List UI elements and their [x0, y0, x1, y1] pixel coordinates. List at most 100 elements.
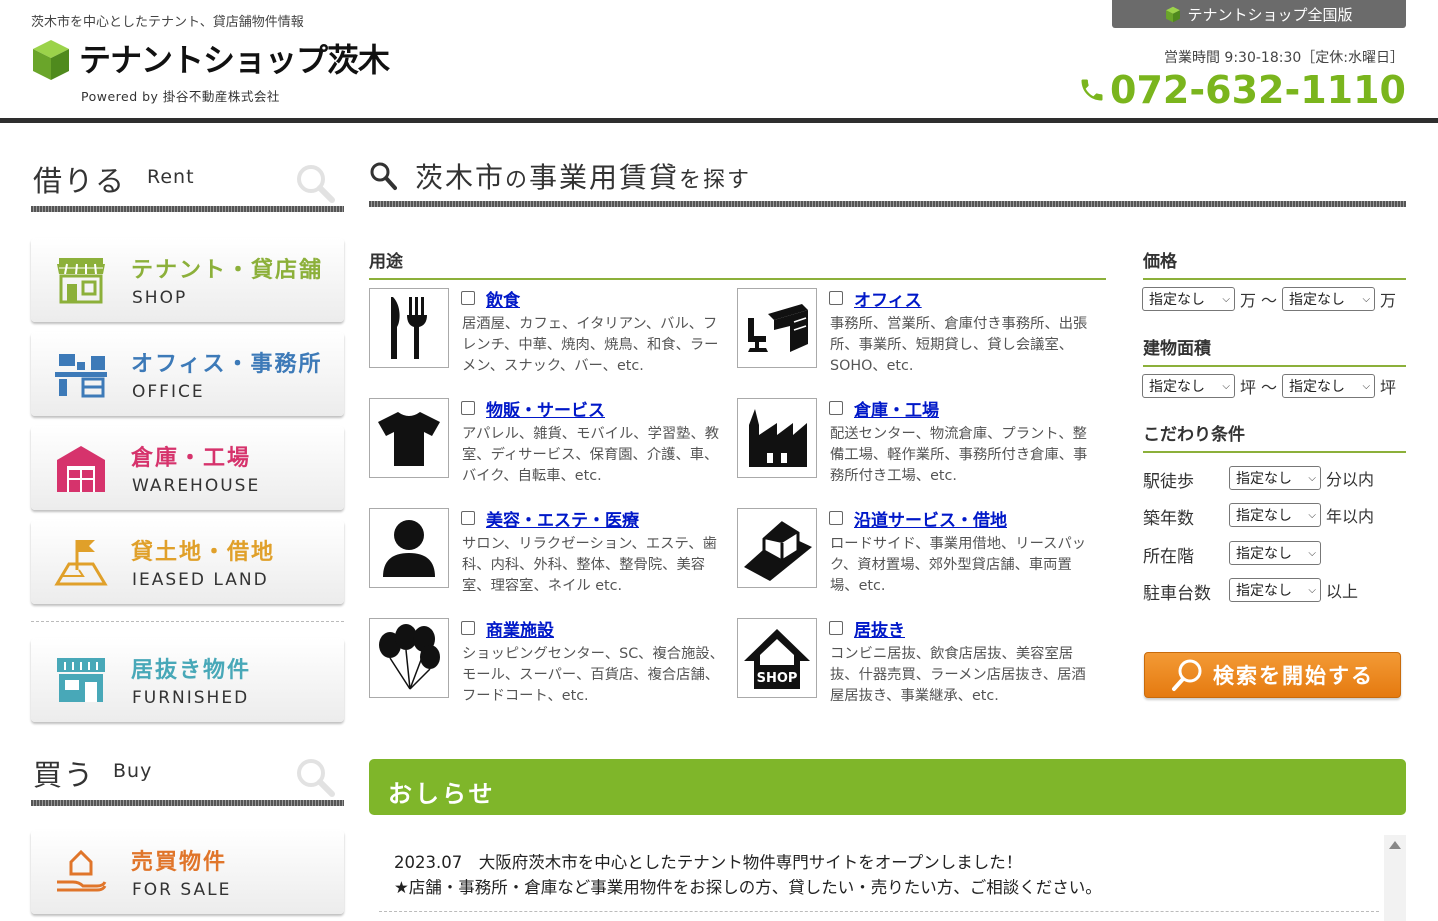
unit-label: 以上	[1326, 582, 1359, 601]
tshirt-icon	[378, 412, 440, 466]
sidebar-item-label: 貸土地・借地	[131, 540, 276, 565]
usage-checkbox[interactable]	[461, 511, 475, 525]
chevron-down-icon: ⌵	[1308, 472, 1316, 484]
usage-image	[737, 508, 817, 588]
usage-description: サロン、リラクゼーション、エステ、歯科、内科、外科、整体、整骨院、美容室、理容室…	[462, 536, 717, 594]
office-icon	[55, 354, 107, 398]
usage-description: 事務所、営業所、倉庫付き事務所、出張所、事業所、短期貸し、貸し会議室、SOHO、…	[830, 316, 1088, 374]
cond-age: 指定なし ⌵ 年以内	[1229, 503, 1374, 527]
sidebar-item-land[interactable]: 貸土地・借地 IEASED LAND	[31, 520, 344, 604]
search-icon	[1172, 659, 1202, 691]
usage-link[interactable]: 居抜き	[854, 616, 905, 641]
land-flag-icon	[54, 540, 108, 586]
site-logo[interactable]: テナントショップ茨木 Powered by 掛谷不動産株式会社	[31, 38, 411, 108]
site-tagline: 茨木市を中心としたテナント、貸店舗物件情報	[31, 15, 304, 30]
title-city: 茨木市	[415, 161, 506, 194]
select-value: 指定なし	[1149, 379, 1205, 395]
unit-label: 万	[1240, 291, 1257, 310]
sidebar-separator	[31, 621, 344, 622]
news-item-text: 2023.07 大阪府茨木市を中心としたテナント物件専門サイトをオープンしました…	[394, 853, 1023, 872]
usage-checkbox[interactable]	[461, 401, 475, 415]
usage-item-roadside: 沿道サービス・借地 ロードサイド、事業用借地、リースパック、資材置場、郊外型貸店…	[737, 508, 1097, 598]
roadside-house-icon	[744, 521, 812, 581]
cond-floor: 指定なし ⌵	[1229, 541, 1321, 565]
factory-icon	[749, 409, 807, 467]
price-range: 指定なし ⌵ 万 〜 指定なし ⌵ 万	[1142, 287, 1396, 311]
sidebar-item-for-sale[interactable]: 売買物件 FOR SALE	[31, 830, 344, 914]
usage-image	[369, 508, 449, 588]
sidebar-item-label: 居抜き物件	[131, 658, 252, 683]
usage-description: ロードサイド、事業用借地、リースパック、資材置場、郊外型貸店舗、車両置場、etc…	[830, 536, 1087, 594]
usage-checkbox[interactable]	[829, 401, 843, 415]
rent-heading-rule	[31, 206, 344, 212]
age-select[interactable]: 指定なし ⌵	[1229, 503, 1321, 527]
area-range: 指定なし ⌵ 坪 〜 指定なし ⌵ 坪	[1142, 374, 1396, 398]
chevron-down-icon: ⌵	[1308, 509, 1316, 521]
sidebar-item-sublabel: SHOP	[132, 288, 188, 308]
sidebar-item-sublabel: OFFICE	[132, 382, 205, 402]
usage-link[interactable]: 美容・エステ・医療	[486, 506, 639, 531]
usage-link[interactable]: 沿道サービス・借地	[854, 506, 1007, 531]
national-site-button[interactable]: テナントショップ全国版	[1112, 0, 1406, 28]
price-min-select[interactable]: 指定なし ⌵	[1142, 287, 1235, 311]
chevron-down-icon: ⌵	[1222, 380, 1230, 392]
page-title-text: 茨木市の事業用賃貸を探す	[415, 156, 751, 196]
desk-chair-icon	[748, 304, 808, 352]
unit-label: 坪	[1240, 378, 1257, 397]
cond-label-walk: 駅徒歩	[1143, 472, 1194, 492]
search-start-button[interactable]: 検索を開始する	[1144, 652, 1401, 698]
cond-label-age: 築年数	[1143, 509, 1194, 529]
usage-checkbox[interactable]	[829, 621, 843, 635]
sidebar-item-label: 倉庫・工場	[131, 446, 252, 471]
rent-heading-jp: 借りる	[33, 164, 127, 198]
green-cube-icon	[1166, 6, 1181, 22]
sidebar-item-sublabel: FOR SALE	[132, 880, 232, 900]
unit-label: 分以内	[1326, 470, 1375, 489]
usage-link[interactable]: 倉庫・工場	[854, 396, 939, 421]
area-heading: 建物面積	[1143, 334, 1406, 367]
usage-checkbox[interactable]	[461, 291, 475, 305]
search-icon	[370, 162, 397, 190]
scroll-up-arrow-icon[interactable]	[1389, 841, 1401, 849]
floor-select[interactable]: 指定なし ⌵	[1229, 541, 1321, 565]
sidebar-item-shop[interactable]: テナント・貸店舗 SHOP	[31, 238, 344, 322]
sidebar-item-label: 売買物件	[131, 850, 228, 875]
balloons-icon	[379, 624, 440, 690]
walk-select[interactable]: 指定なし ⌵	[1229, 466, 1321, 490]
buy-heading-en: Buy	[113, 760, 153, 782]
logo-powered-by: Powered by 掛谷不動産株式会社	[81, 89, 280, 104]
sidebar-item-warehouse[interactable]: 倉庫・工場 WAREHOUSE	[31, 426, 344, 510]
select-value: 指定なし	[1236, 508, 1292, 524]
usage-item-furnished: SHOP 居抜き コンビニ居抜、飲食店居抜、美容室居抜、什器売買、ラーメン店居抜…	[737, 618, 1097, 708]
usage-checkbox[interactable]	[461, 621, 475, 635]
warehouse-icon	[57, 446, 105, 492]
price-max-select[interactable]: 指定なし ⌵	[1282, 287, 1376, 311]
page-title: 茨木市の事業用賃貸を探す	[369, 156, 751, 196]
title-suffix: を探す	[679, 168, 752, 193]
chevron-down-icon: ⌵	[1308, 584, 1316, 596]
select-value: 指定なし	[1289, 292, 1346, 308]
chevron-down-icon: ⌵	[1308, 547, 1316, 559]
usage-item-commercial: 商業施設 ショッピングセンター、SC、複合施設、モール、スーパー、百貨店、複合店…	[369, 618, 729, 708]
sidebar-item-office[interactable]: オフィス・事務所 OFFICE	[31, 332, 344, 416]
select-value: 指定なし	[1236, 583, 1292, 599]
usage-checkbox[interactable]	[829, 291, 843, 305]
conditions-heading: こだわり条件	[1143, 420, 1406, 453]
phone-number-link[interactable]: 072-632-1110	[1078, 68, 1406, 112]
range-tilde: 〜	[1261, 291, 1278, 310]
sidebar-item-furnished[interactable]: 居抜き物件 FURNISHED	[31, 638, 344, 722]
usage-description: 配送センター、物流倉庫、プラント、整備工場、軽作業所、事務所付き倉庫、事務所付き…	[830, 426, 1088, 484]
usage-link[interactable]: 物販・サービス	[486, 396, 605, 421]
area-max-select[interactable]: 指定なし ⌵	[1282, 374, 1376, 398]
usage-link[interactable]: 飲食	[486, 286, 520, 311]
usage-link[interactable]: オフィス	[854, 286, 922, 311]
area-min-select[interactable]: 指定なし ⌵	[1142, 374, 1235, 398]
parking-select[interactable]: 指定なし ⌵	[1229, 578, 1321, 602]
news-scrollbar[interactable]	[1384, 835, 1406, 921]
usage-link[interactable]: 商業施設	[486, 616, 554, 641]
range-tilde: 〜	[1261, 378, 1278, 397]
usage-checkbox[interactable]	[829, 511, 843, 525]
usage-heading: 用途	[369, 247, 1106, 280]
select-value: 指定なし	[1236, 471, 1292, 487]
news-heading: おしらせ	[369, 759, 1406, 815]
